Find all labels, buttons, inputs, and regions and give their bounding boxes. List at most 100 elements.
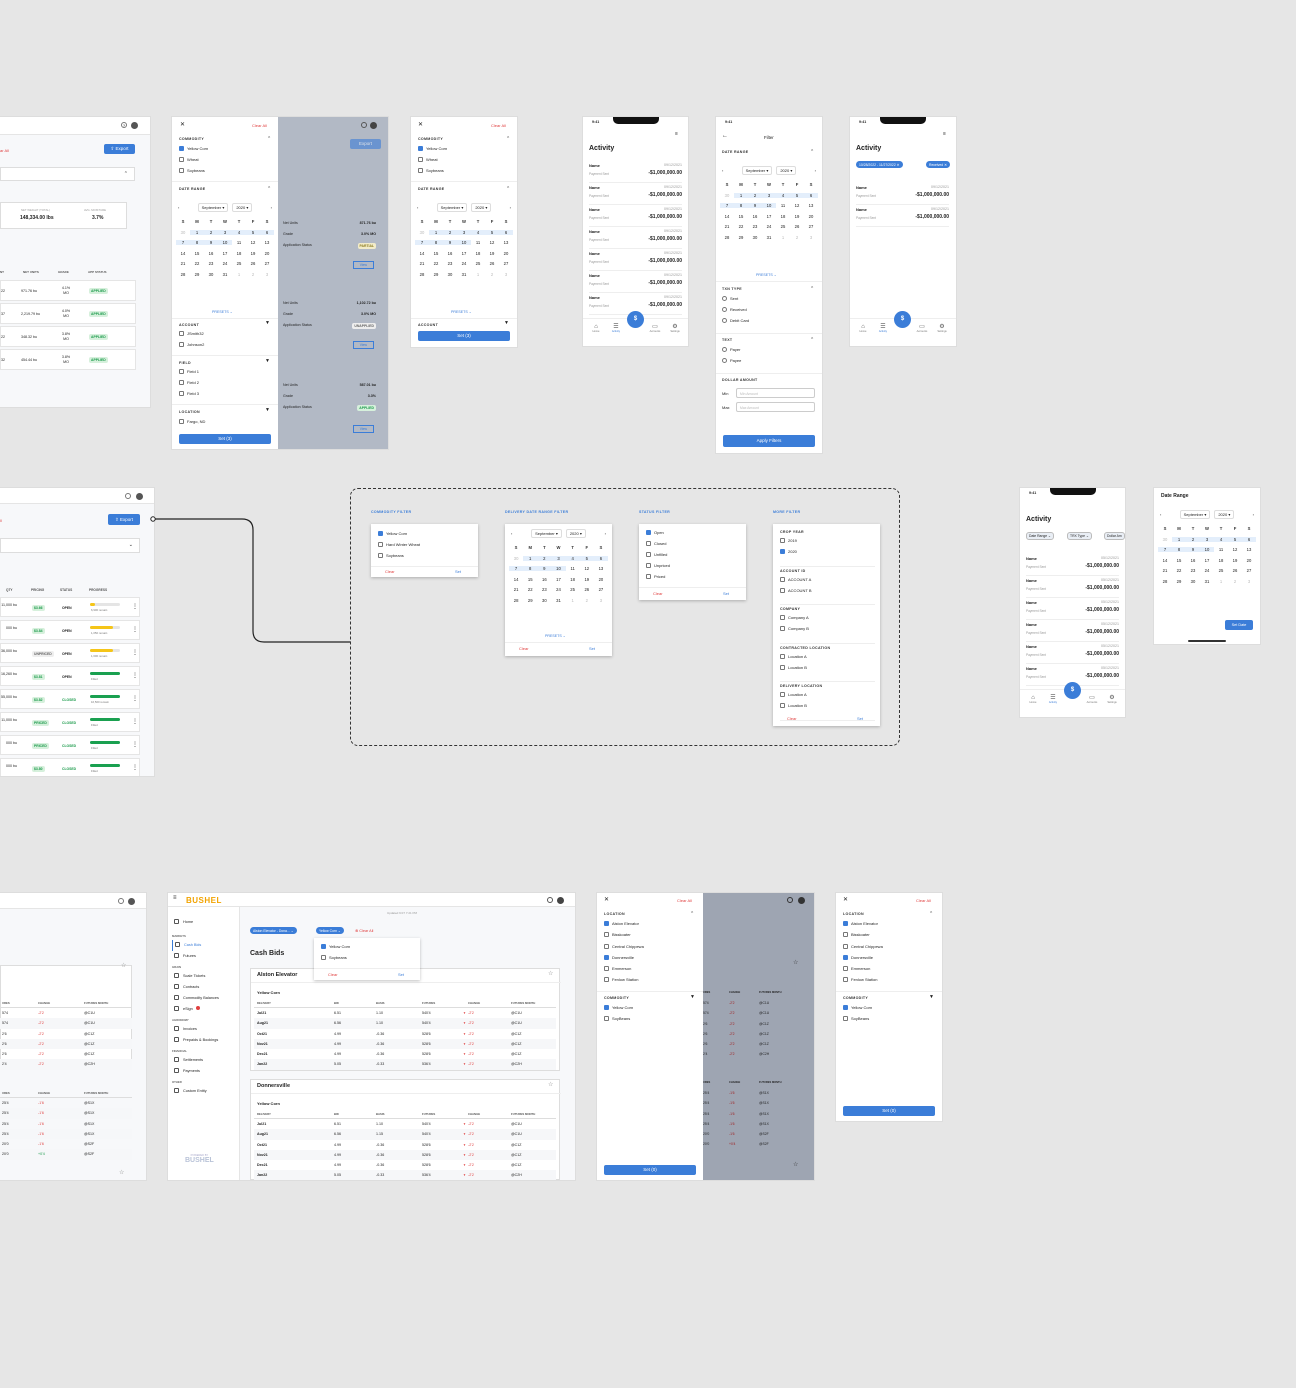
calendar-day[interactable]: 21	[720, 224, 734, 229]
calendar-day[interactable]: 1	[232, 272, 246, 277]
calendar-day[interactable]: 31	[1200, 579, 1214, 584]
year-select[interactable]: 2020 ▾	[232, 203, 253, 212]
calendar-day[interactable]: 23	[537, 587, 551, 592]
calendar-day[interactable]: 13	[594, 566, 608, 571]
table-row[interactable]: Nov21 4.99 -0.36 528'6 ▼ -2'2 @C1Z	[254, 1149, 556, 1161]
calendar-day[interactable]: 17	[218, 251, 232, 256]
option-item[interactable]: Priced	[646, 574, 670, 585]
calendar-day[interactable]: 24	[218, 261, 232, 266]
table-row[interactable]: 2'6 -2'2 @C1Z	[0, 1029, 132, 1039]
calendar-day[interactable]: 26	[1228, 568, 1242, 573]
checkbox[interactable]	[780, 549, 785, 554]
calendar-day[interactable]: 12	[485, 240, 499, 245]
calendar-day[interactable]: 27	[260, 261, 274, 266]
table-row[interactable]: Aug21 6.56 1.15 540'4 ▼ -2'2 @C1U	[254, 1129, 556, 1140]
table-row[interactable]: 2'6 -2'2 @C1Z	[0, 1049, 132, 1059]
option-item[interactable]: Sent	[722, 296, 749, 307]
calendar-day[interactable]: 28	[1158, 579, 1172, 584]
calendar-day[interactable]: 29	[523, 598, 537, 603]
calendar-day[interactable]: 7	[720, 203, 734, 208]
calendar-day[interactable]: 31	[762, 235, 776, 240]
calendar-day[interactable]: 16	[1186, 558, 1200, 563]
location-option[interactable]: Fargo, ND	[179, 419, 205, 424]
sidebar-item[interactable]: Custom Entity	[172, 1086, 238, 1097]
txn-type-chip[interactable]: TRX Type ⌄	[1067, 532, 1092, 540]
activity-item[interactable]: Name 09/12/2021 Payment Sent -$1,000,000.00	[589, 183, 682, 205]
clear-all-link[interactable]: ar All	[0, 148, 9, 153]
calendar-day[interactable]: 13	[1242, 547, 1256, 552]
calendar-day[interactable]: 11	[471, 240, 485, 245]
table-row[interactable]: Jan22 5.05 -0.33 536'4 ▼ -2'2 @C2H	[254, 1059, 556, 1070]
calendar-day[interactable]: 16	[537, 577, 551, 582]
back-arrow-icon[interactable]: ←	[722, 133, 728, 139]
clear-all-button[interactable]: ⊗ Clear All	[355, 928, 373, 933]
checkbox[interactable]	[604, 977, 609, 983]
calendar-day[interactable]: 9	[748, 203, 762, 208]
table-row[interactable]: Oct21 4.99 -0.36 528'6 ▼ -2'2 @C1Z	[254, 1140, 556, 1150]
star-icon[interactable]: ☆	[548, 970, 553, 977]
calendar-day[interactable]: 31	[457, 272, 471, 277]
calendar-day[interactable]: 20	[594, 577, 608, 582]
activity-item[interactable]: Name 09/12/2021 Payment Sent -$1,000,000.00	[589, 205, 682, 227]
clear-button[interactable]: Clear	[328, 972, 338, 977]
activity-item[interactable]: Name 05/12/2021 Payment Sent -$1,000,000.00	[1026, 598, 1119, 620]
calendar-day[interactable]: 8	[1172, 547, 1186, 552]
more-menu-icon[interactable]: ⋮	[132, 764, 138, 771]
calendar-day[interactable]: 3	[1200, 536, 1214, 542]
clear-button[interactable]: Clear	[385, 569, 395, 574]
option-item[interactable]: Yellow Corn	[418, 146, 447, 157]
calendar-day[interactable]: 24	[551, 587, 565, 592]
activity-item[interactable]: Name 09/12/2021 Payment Sent -$1,000,000.00	[589, 161, 682, 183]
tab-activity[interactable]: ☰ Activity	[1046, 695, 1060, 704]
checkbox[interactable]	[179, 369, 184, 374]
more-menu-icon[interactable]: ⋮	[132, 672, 138, 679]
sidebar-item[interactable]: Payments	[172, 1066, 238, 1077]
activity-item[interactable]: Name 05/12/2021 Payment Sent -$1,000,000.00	[1026, 576, 1119, 598]
checkbox[interactable]	[604, 943, 609, 949]
calendar-day[interactable]: 15	[429, 251, 443, 256]
calendar-day[interactable]: 30	[443, 272, 457, 277]
checkbox[interactable]	[604, 932, 609, 938]
calendar-day[interactable]: 6	[1242, 536, 1256, 542]
option-item[interactable]: Payee	[722, 358, 741, 369]
calendar-day[interactable]: 23	[1186, 568, 1200, 573]
menu-icon[interactable]: ≡	[173, 895, 177, 901]
calendar-day[interactable]: 27	[594, 587, 608, 592]
activity-item[interactable]: Name 09/12/2021 Payment Sent -$1,000,000.00	[589, 271, 682, 293]
view-button[interactable]: View	[352, 261, 374, 269]
clear-button[interactable]: Clear	[787, 716, 797, 721]
next-month-icon[interactable]: ›	[605, 531, 606, 536]
calendar-day[interactable]: 10	[551, 566, 566, 571]
calendar-day[interactable]: 16	[748, 214, 762, 219]
calendar-day[interactable]: 2	[1186, 536, 1200, 542]
calendar-day[interactable]: 5	[246, 229, 260, 235]
calendar-day[interactable]: 20	[499, 251, 513, 256]
calendar-day[interactable]: 18	[1214, 558, 1228, 563]
table-row[interactable]: 11,000 bu PRICED CLOSED Filled ⋮	[0, 712, 140, 732]
table-row[interactable]: Jan22 5.05 -0.33 536'4 ▼ -2'2 @C2H	[254, 1170, 556, 1180]
option-item[interactable]: 2020	[780, 549, 875, 560]
calendar-day[interactable]: 2	[485, 272, 499, 277]
checkbox[interactable]	[780, 653, 785, 659]
export-button[interactable]: Export	[350, 139, 381, 149]
presets-link[interactable]: PRESETS ⌄	[451, 310, 472, 314]
set-button[interactable]: Set	[723, 591, 729, 596]
location-option[interactable]: Fenlow Station	[843, 977, 883, 988]
checkbox[interactable]	[179, 146, 184, 151]
checkbox[interactable]	[179, 391, 184, 396]
calendar-day[interactable]: 24	[1200, 568, 1214, 573]
tab-home[interactable]: ⌂ Home	[856, 324, 870, 333]
checkbox[interactable]	[780, 587, 785, 593]
calendar-day[interactable]: 7	[509, 566, 524, 571]
calendar-day[interactable]: 25	[566, 587, 580, 592]
option-item[interactable]: Debit Card	[722, 318, 749, 329]
tab-home[interactable]: ⌂ Home	[1026, 695, 1040, 704]
location-option[interactable]: Fenlow Station	[604, 977, 644, 988]
calendar-day[interactable]: 3	[218, 229, 232, 235]
tab-settings[interactable]: ⚙ Settings	[668, 324, 682, 333]
calendar-day[interactable]: 11	[232, 240, 246, 245]
checkbox[interactable]	[378, 531, 383, 536]
table-row[interactable]: 20'0 +0'4 @S2F	[0, 1149, 132, 1160]
clear-button[interactable]: Clear	[519, 646, 529, 651]
option-item[interactable]: Field 2	[179, 380, 199, 391]
